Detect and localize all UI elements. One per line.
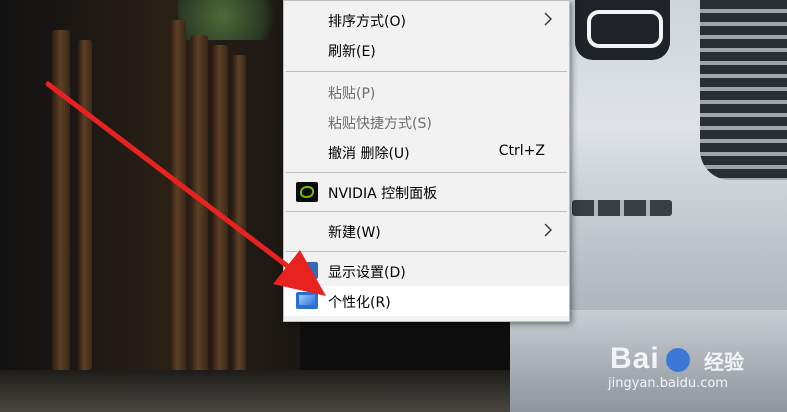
watermark-brand: Bai — [610, 342, 660, 375]
fence-post — [170, 20, 186, 380]
menu-item-paste[interactable]: 粘贴(P) — [284, 77, 569, 107]
fence-post — [232, 55, 246, 412]
menu-item-undo-delete[interactable]: 撤消 删除(U) Ctrl+Z — [284, 137, 569, 167]
menu-separator — [286, 251, 567, 252]
menu-item-paste-shortcut[interactable]: 粘贴快捷方式(S) — [284, 107, 569, 137]
chevron-right-icon — [544, 223, 552, 237]
menu-item-sort-by[interactable]: 排序方式(O) — [284, 5, 569, 35]
menu-item-label: 个性化(R) — [328, 295, 391, 311]
desktop-context-menu: 排序方式(O) 刷新(E) 粘贴(P) 粘贴快捷方式(S) 撤消 删除(U) C… — [283, 0, 570, 322]
wallpaper-ground — [0, 370, 560, 412]
personalize-icon — [296, 292, 318, 309]
nvidia-icon — [296, 182, 318, 202]
fence-post — [212, 45, 228, 405]
chevron-right-icon — [544, 12, 552, 26]
display-settings-icon — [296, 262, 318, 282]
menu-item-refresh[interactable]: 刷新(E) — [284, 35, 569, 65]
menu-separator — [286, 172, 567, 173]
menu-separator — [286, 211, 567, 212]
menu-item-shortcut: Ctrl+Z — [498, 143, 545, 159]
fence-post — [190, 35, 208, 395]
menu-item-personalize[interactable]: 个性化(R) — [284, 286, 569, 316]
car-fog-lights — [572, 200, 672, 216]
baidu-jingyan-watermark: Bai 经验 jingyan.baidu.com — [600, 340, 787, 412]
menu-separator — [286, 71, 567, 72]
car-headlight — [575, 0, 670, 60]
menu-item-label: 新建(W) — [328, 225, 381, 241]
menu-item-label: 刷新(E) — [328, 44, 376, 60]
wallpaper-fence-area — [0, 0, 300, 412]
fence-post — [78, 40, 92, 370]
menu-item-label: NVIDIA 控制面板 — [328, 186, 438, 202]
menu-item-new[interactable]: 新建(W) — [284, 216, 569, 246]
wallpaper-foliage — [178, 0, 288, 40]
fence-post — [52, 30, 70, 390]
menu-item-label: 显示设置(D) — [328, 265, 406, 281]
watermark-brand-text: 经验 — [704, 350, 744, 374]
menu-item-display-settings[interactable]: 显示设置(D) — [284, 256, 569, 286]
watermark-url: jingyan.baidu.com — [608, 376, 728, 391]
menu-item-label: 撤消 删除(U) — [328, 146, 410, 162]
menu-item-label: 排序方式(O) — [328, 14, 406, 30]
menu-item-nvidia-control-panel[interactable]: NVIDIA 控制面板 — [284, 177, 569, 207]
car-grille — [700, 0, 787, 180]
menu-item-label: 粘贴快捷方式(S) — [328, 116, 432, 132]
menu-item-label: 粘贴(P) — [328, 86, 376, 102]
baidu-paw-icon — [666, 348, 690, 372]
